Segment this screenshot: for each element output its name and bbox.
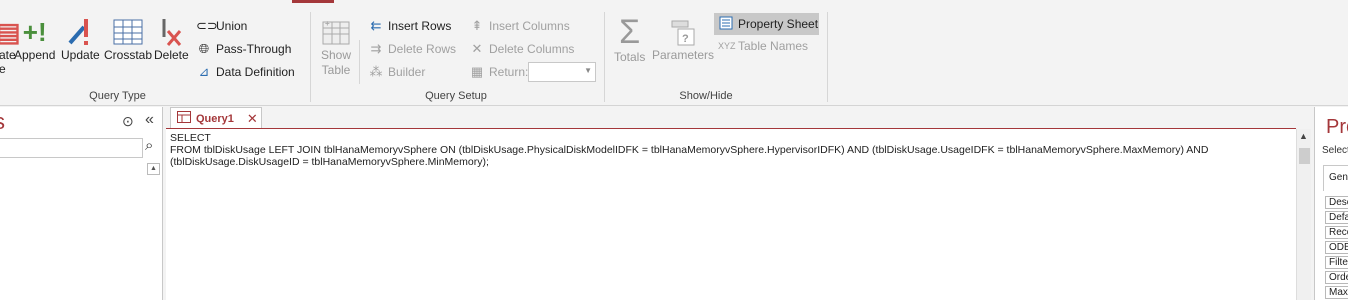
insert-columns-button[interactable]: ⇞ Insert Columns xyxy=(469,16,570,36)
tab-general[interactable]: Gene xyxy=(1323,165,1348,191)
delete-query-button[interactable]: Delete xyxy=(154,16,189,62)
property-row[interactable]: ODB xyxy=(1325,241,1348,254)
chevron-down-icon: ▼ xyxy=(584,66,592,75)
table-names-icon: XYZ xyxy=(718,41,736,51)
return-dropdown[interactable]: ▼ xyxy=(528,62,596,82)
delete-icon xyxy=(158,16,184,48)
crosstab-icon xyxy=(113,16,143,48)
group-divider xyxy=(604,12,605,102)
active-ribbon-tab-indicator xyxy=(292,0,334,3)
globe-icon: 🌐︎ xyxy=(198,41,210,56)
search-icon[interactable]: ⌕ xyxy=(145,137,153,154)
property-row[interactable]: Desc xyxy=(1325,196,1348,209)
scroll-up-icon[interactable]: ▲ xyxy=(147,163,160,175)
delete-columns-button[interactable]: ✕ Delete Columns xyxy=(469,39,575,59)
sigma-icon: Σ xyxy=(619,12,641,51)
sql-line: FROM tblDiskUsage LEFT JOIN tblHanaMemor… xyxy=(170,144,1209,156)
property-row[interactable]: Filter xyxy=(1325,256,1348,269)
svg-text:+: + xyxy=(325,19,330,28)
insert-columns-icon: ⇞ xyxy=(471,18,483,33)
property-row[interactable]: Orde xyxy=(1325,271,1348,284)
tab-query1[interactable]: Query1 ✕ xyxy=(170,107,262,129)
svg-text:?: ? xyxy=(682,33,689,45)
pass-through-button[interactable]: 🌐︎ Pass-Through xyxy=(196,39,292,59)
data-definition-button[interactable]: ⊿ Data Definition xyxy=(196,62,295,82)
group-divider xyxy=(827,12,828,102)
ribbon: ▤ ate e +! Append Update Crosstab Delete… xyxy=(0,0,1348,106)
sql-line: (tblDiskUsage.DiskUsageID = tblHanaMemor… xyxy=(170,156,489,168)
insert-rows-icon: ⇇ xyxy=(370,18,382,33)
property-sheet-button[interactable]: Property Sheet xyxy=(714,13,819,35)
property-sheet-icon xyxy=(719,16,733,33)
document-tab-bar: Query1 ✕ xyxy=(166,107,1296,130)
delete-rows-icon: ⇉ xyxy=(370,41,382,56)
property-row[interactable]: Max xyxy=(1325,286,1348,299)
show-table-button[interactable]: + Show Table xyxy=(321,16,351,78)
property-sheet-pane: Pro Select Gene Desc Defa Reco ODB Filte… xyxy=(1314,107,1348,300)
builder-icon: ⁂ xyxy=(369,64,383,79)
update-button[interactable]: Update xyxy=(61,16,100,62)
query-setup-group-label: Query Setup xyxy=(425,90,487,102)
group-divider xyxy=(359,40,360,84)
totals-button[interactable]: Σ Totals xyxy=(614,12,645,65)
query-icon xyxy=(177,111,191,126)
builder-button[interactable]: ⁂ Builder xyxy=(368,62,426,82)
show-table-icon: + xyxy=(321,16,351,48)
collapse-pane-icon[interactable]: « xyxy=(145,111,154,129)
scroll-up-icon[interactable]: ▲ xyxy=(1299,131,1308,141)
delete-rows-button[interactable]: ⇉ Delete Rows xyxy=(368,39,456,59)
query-type-group-label: Query Type xyxy=(89,90,146,102)
insert-rows-button[interactable]: ⇇ Insert Rows xyxy=(368,16,452,36)
crosstab-button[interactable]: Crosstab xyxy=(104,16,152,62)
search-input[interactable] xyxy=(0,138,143,158)
scrollbar-thumb[interactable] xyxy=(1299,148,1310,164)
vertical-scrollbar[interactable]: ▲ xyxy=(1296,129,1311,300)
property-row[interactable]: Defa xyxy=(1325,211,1348,224)
sql-editor[interactable]: SELECT FROM tblDiskUsage LEFT JOIN tblHa… xyxy=(166,129,1296,300)
append-icon: +! xyxy=(22,16,47,47)
nav-pane-title: s xyxy=(0,109,5,135)
show-hide-group-label: Show/Hide xyxy=(679,90,733,102)
return-label: ▦ Return: xyxy=(470,64,529,79)
union-button[interactable]: ⊂⊃ Union xyxy=(196,16,247,36)
delete-columns-icon: ✕ xyxy=(471,41,483,56)
union-icon: ⊂⊃ xyxy=(196,18,218,33)
group-divider xyxy=(310,12,311,102)
return-icon: ▦ xyxy=(470,64,484,79)
update-icon xyxy=(64,16,96,48)
navigation-pane: s ⊙ « ⌕ ▲ xyxy=(0,107,163,300)
property-sheet-title: Pro xyxy=(1326,116,1348,138)
sql-line: SELECT xyxy=(170,132,211,144)
table-names-button[interactable]: XYZ Table Names xyxy=(718,36,808,56)
property-row[interactable]: Reco xyxy=(1325,226,1348,239)
data-definition-icon: ⊿ xyxy=(198,64,210,79)
parameters-button[interactable]: ? Parameters xyxy=(652,16,714,62)
append-button[interactable]: +! Append xyxy=(14,16,55,63)
close-icon[interactable]: ✕ xyxy=(247,111,258,127)
selection-type-label: Select xyxy=(1322,145,1348,156)
parameters-icon: ? xyxy=(668,16,698,48)
nav-menu-dropdown-icon[interactable]: ⊙ xyxy=(122,113,134,130)
